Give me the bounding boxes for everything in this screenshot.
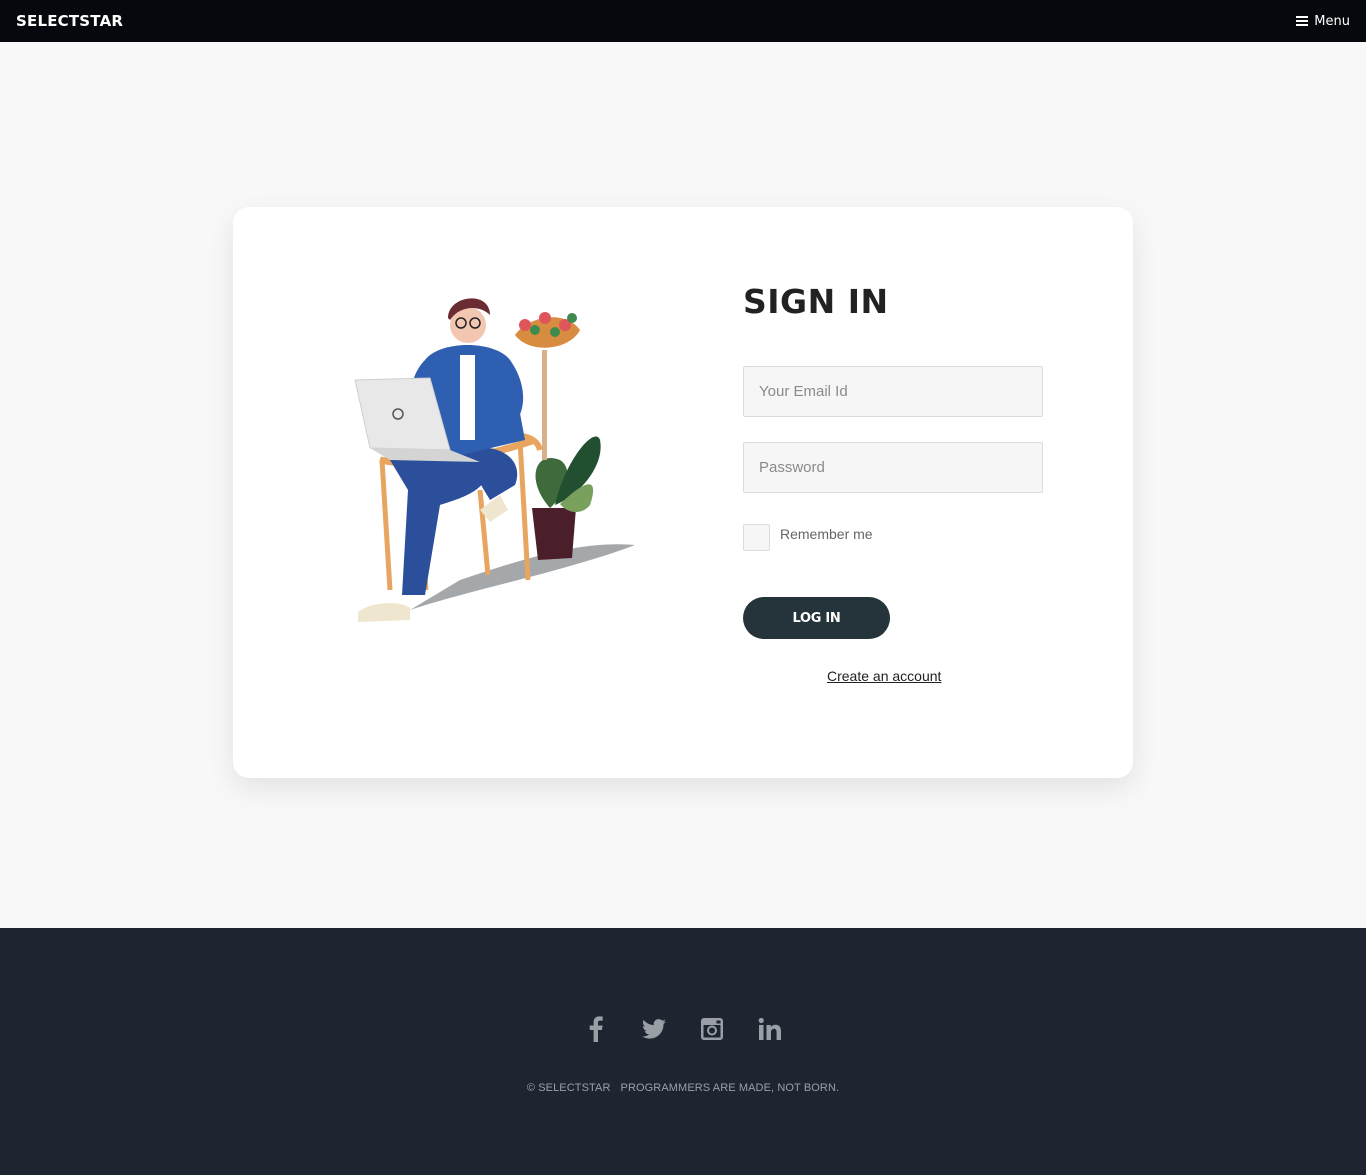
instagram-icon[interactable]: [700, 1014, 724, 1044]
twitter-icon[interactable]: [642, 1014, 666, 1044]
linkedin-icon[interactable]: [758, 1014, 782, 1044]
remember-me-label: Remember me: [780, 525, 873, 542]
remember-me-checkbox[interactable]: [743, 524, 770, 551]
create-account-link[interactable]: Create an account: [827, 668, 941, 684]
remember-me[interactable]: Remember me: [743, 524, 873, 551]
password-field[interactable]: [743, 442, 1043, 493]
signin-form: SIGN IN: [743, 282, 1043, 326]
menu-label: Menu: [1314, 13, 1350, 29]
login-button[interactable]: LOG IN: [743, 597, 890, 639]
brand-logo[interactable]: SELECTSTAR: [16, 12, 123, 30]
hamburger-icon: [1296, 16, 1309, 26]
copyright-text: © SELECTSTAR: [526, 1082, 611, 1094]
top-navbar: SELECTSTAR Menu: [0, 0, 1366, 42]
facebook-icon[interactable]: [584, 1014, 608, 1044]
footer: [0, 928, 1366, 1175]
menu-button[interactable]: Menu: [1296, 14, 1350, 29]
footer-tagline: PROGRAMMERS ARE MADE, NOT BORN.: [620, 1082, 840, 1094]
social-links: [0, 1014, 1366, 1044]
person-with-laptop-illustration: [354, 298, 635, 622]
email-field[interactable]: [743, 366, 1043, 417]
page-title: SIGN IN: [743, 282, 889, 321]
copyright-line: © SELECTSTAR PROGRAMMERS ARE MADE, NOT BO…: [0, 1082, 1366, 1094]
